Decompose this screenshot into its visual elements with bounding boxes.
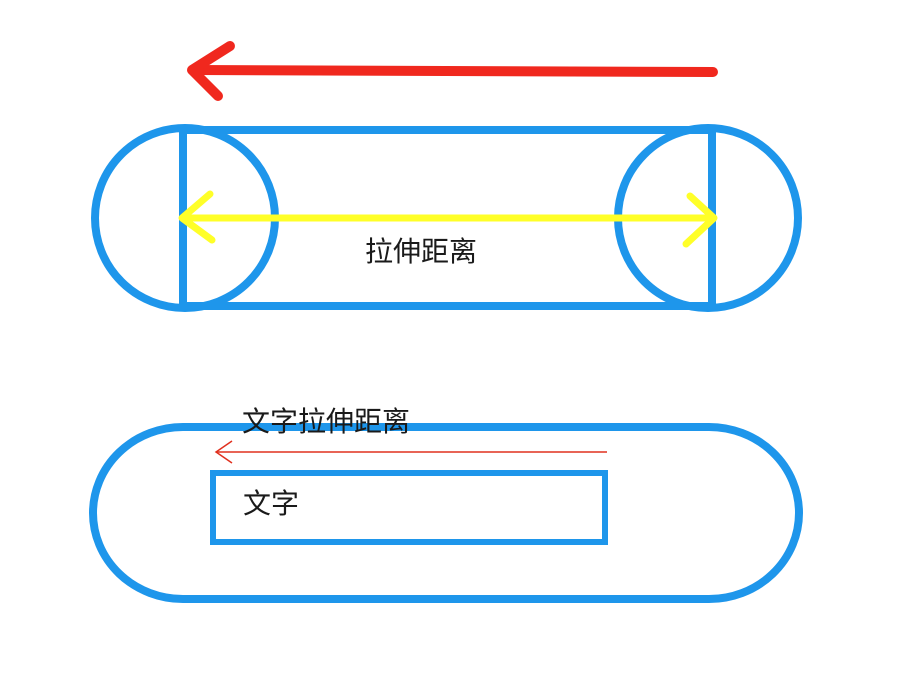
red-arrow-shaft: [190, 65, 718, 77]
red-arrow: [187, 41, 718, 101]
thin-red-arrow: [214, 440, 607, 464]
stretch-distance-label: 拉伸距离: [365, 235, 478, 268]
diagram-canvas: [89, 41, 803, 603]
text-label: 文字: [243, 487, 300, 520]
text-stretch-distance-label: 文字拉伸距离: [242, 405, 411, 438]
bottom-stadium: [89, 423, 803, 603]
